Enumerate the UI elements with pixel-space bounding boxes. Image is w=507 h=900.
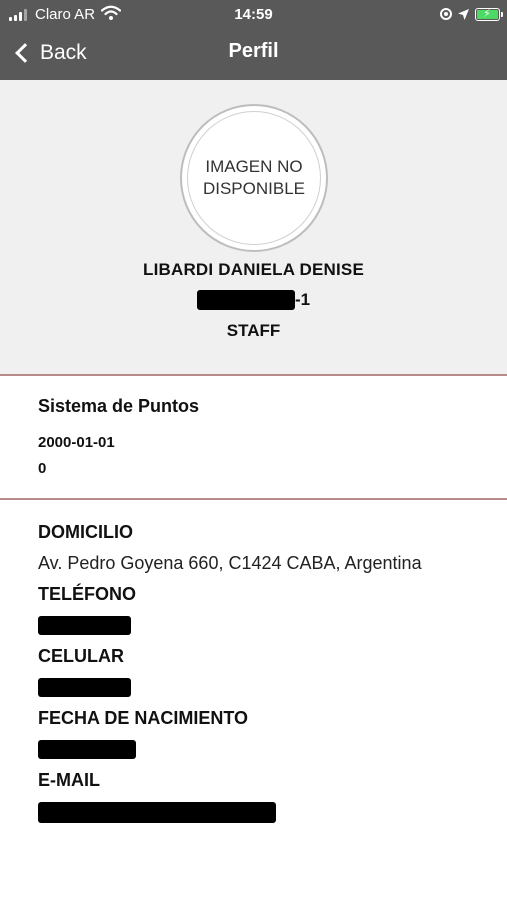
points-title: Sistema de Puntos bbox=[38, 396, 200, 416]
profile-header: IMAGEN NO DISPONIBLE LIBARDI DANIELA DEN… bbox=[0, 80, 507, 374]
address-label: DOMICILIO bbox=[38, 522, 133, 542]
divider bbox=[0, 498, 507, 500]
page-title: Perfil bbox=[228, 40, 279, 62]
profile-role: STAFF bbox=[226, 321, 281, 340]
redacted-id bbox=[196, 290, 295, 310]
location-arrow-icon bbox=[458, 8, 469, 20]
points-value: 0 bbox=[38, 460, 47, 477]
profile-name: LIBARDI DANIELA DENISE bbox=[142, 260, 364, 279]
divider bbox=[0, 374, 507, 376]
address-value: Av. Pedro Goyena 660, C1424 CABA, Argent… bbox=[38, 553, 422, 573]
profile-id: -1 bbox=[0, 290, 507, 310]
top-bar: Claro AR 14:59 ⚡ Back Perfil bbox=[0, 0, 507, 80]
redacted-email bbox=[38, 802, 276, 823]
status-bar: Claro AR 14:59 ⚡ bbox=[0, 0, 507, 30]
redacted-birthdate bbox=[38, 740, 136, 759]
avatar: IMAGEN NO DISPONIBLE bbox=[180, 104, 328, 252]
status-right-icons: ⚡ bbox=[440, 5, 503, 23]
redacted-mobile bbox=[38, 678, 131, 697]
email-label: E-MAIL bbox=[38, 770, 100, 790]
orientation-lock-icon bbox=[440, 8, 452, 20]
phone-label: TELÉFONO bbox=[38, 584, 136, 604]
avatar-placeholder-text: IMAGEN NO DISPONIBLE bbox=[202, 157, 306, 198]
redacted-phone bbox=[38, 616, 131, 635]
profile-id-suffix: -1 bbox=[294, 290, 311, 309]
points-date: 2000-01-01 bbox=[38, 434, 115, 451]
avatar-placeholder: IMAGEN NO DISPONIBLE bbox=[187, 111, 321, 245]
status-time: 14:59 bbox=[234, 6, 273, 23]
battery-charging-icon: ⚡ bbox=[475, 7, 503, 21]
points-section: Sistema de Puntos 2000-01-01 0 bbox=[38, 396, 200, 477]
birthdate-label: FECHA DE NACIMIENTO bbox=[38, 708, 249, 728]
navigation-bar: Back Perfil bbox=[0, 30, 507, 80]
mobile-label: CELULAR bbox=[38, 646, 124, 666]
